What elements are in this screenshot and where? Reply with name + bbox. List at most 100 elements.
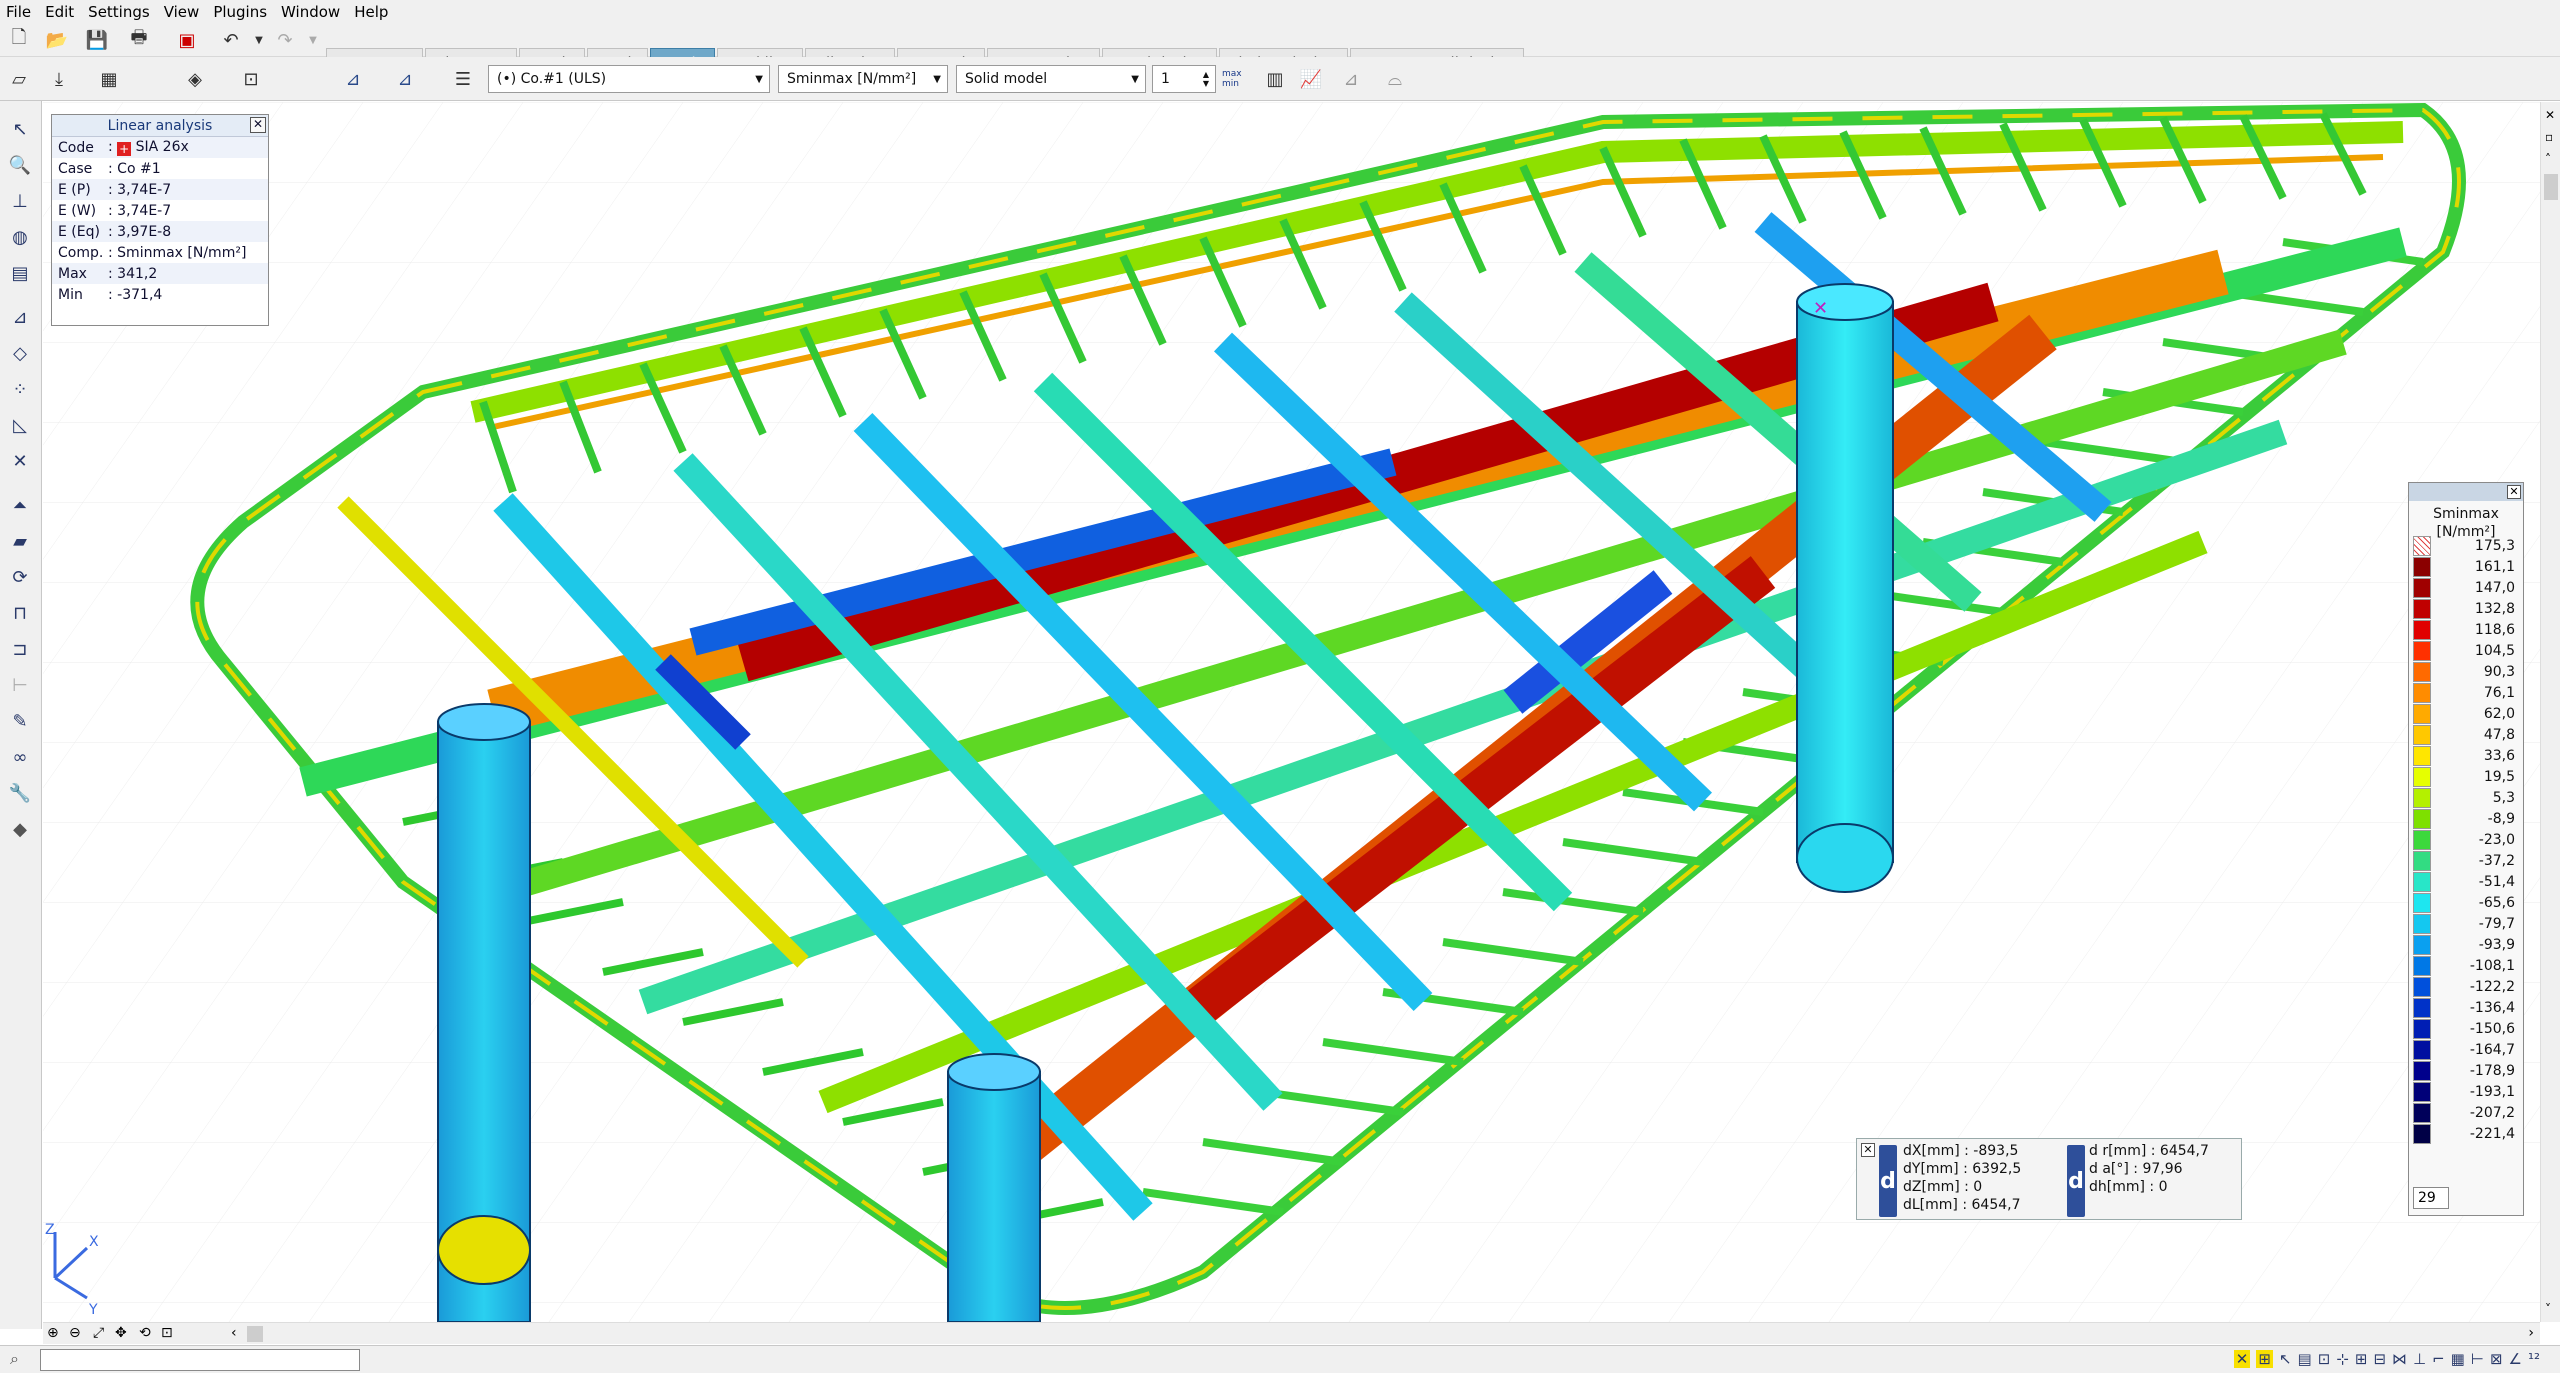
stack-icon[interactable]: ◈ [180,65,210,93]
info-value: : Sminmax [N/mm²] [108,244,247,261]
beam-icon[interactable]: ⊿ [6,303,34,331]
color-bars-icon[interactable]: ▤ [6,259,34,287]
command-input[interactable] [40,1349,360,1371]
legend-value: -37,2 [2478,852,2515,869]
close-icon[interactable]: ✕ [250,117,266,133]
legend-header-bar[interactable] [2409,483,2523,501]
close-icon[interactable]: ✕ [1861,1143,1875,1157]
midpoint-icon[interactable]: ⌐ [2432,1350,2445,1368]
ruler-toggle-icon[interactable]: ⊢ [2471,1350,2484,1368]
cursor-icon[interactable]: ↖ [2279,1350,2292,1368]
color-legend-panel: ✕ Sminmax [N/mm²] 175,3 161,1 147,0 132,8 11… [2408,482,2524,1216]
table-icon[interactable]: ▦ [94,65,124,93]
step-value: 1 [1161,71,1170,87]
scroll-down-icon[interactable]: ˅ [2545,1302,2551,1316]
undo-icon[interactable]: ↶ [216,26,246,54]
rotate-view-icon[interactable]: ⟲ [139,1325,151,1341]
zoom-out-icon[interactable]: ⊖ [69,1325,81,1341]
search-icon[interactable]: ⌕ [10,1349,19,1369]
render-icon[interactable]: ◍ [6,223,34,251]
select-arrow-icon[interactable]: ↖ [6,115,34,143]
load-case-select[interactable]: (•) Co.#1 (ULS) ▼ [488,65,770,93]
restore-view-icon[interactable]: ▫ [2545,130,2553,144]
view-settings-icon[interactable]: ⊡ [236,65,266,93]
snap-grid-icon[interactable]: ⊞ [2256,1350,2273,1368]
table-toggle-icon[interactable]: ▦ [2451,1350,2465,1368]
menu-file[interactable]: File [6,3,31,21]
component-select[interactable]: Sminmax [N/mm²] ▼ [778,65,948,93]
max-min-icon[interactable]: max min [1222,65,1256,93]
load-icon[interactable]: ⏶ [6,491,34,519]
tangent-icon[interactable]: ∠ [2509,1350,2522,1368]
perpendicular-icon[interactable]: ⊥ [2413,1350,2426,1368]
close-icon[interactable]: ✕ [2507,485,2521,499]
triangle-icon[interactable]: ◺ [6,411,34,439]
pointer-snap-icon[interactable]: ⊹ [2336,1350,2349,1368]
zoom-icon[interactable]: 🔍 [6,151,34,179]
close-view-icon[interactable]: ✕ [2545,108,2555,122]
zoom-extents-icon[interactable]: ⤢ [93,1325,104,1341]
display-icon[interactable]: ⊡ [2318,1350,2331,1368]
grid-toggle-icon[interactable]: ⊞ [2355,1350,2368,1368]
chart-disabled-icon[interactable]: ⊿ [1336,65,1366,93]
frame-icon[interactable]: ⊓ [6,599,34,627]
menu-help[interactable]: Help [354,3,388,21]
grid-alt-icon[interactable]: ⊟ [2373,1350,2386,1368]
axes-icon[interactable]: ⊥ [6,187,34,215]
pdf-icon[interactable]: ▣ [172,26,202,54]
pan-icon[interactable]: ✥ [115,1325,127,1341]
intersection-icon[interactable]: ⊠ [2490,1350,2503,1368]
connector-icon[interactable]: ⊐ [6,635,34,663]
glasses-icon[interactable]: ∞ [6,743,34,771]
ruler-icon[interactable]: ⊢ [6,671,34,699]
diagram-icon[interactable]: ⊿ [338,65,368,93]
snap-cross-icon[interactable]: ✕ [2233,1350,2251,1368]
chart-icon[interactable]: 📈 [1296,65,1326,93]
surface-icon[interactable]: ⌓ [1380,65,1410,93]
scale-icon[interactable]: ⤓ [44,65,74,93]
legend-entry: 104,5 [2413,640,2521,661]
menu-settings[interactable]: Settings [88,3,150,21]
superscript-icon[interactable]: ¹² [2528,1350,2540,1368]
layers-toggle-icon[interactable]: ▤ [2298,1350,2312,1368]
menu-window[interactable]: Window [281,3,340,21]
grid-points-icon[interactable]: ⁘ [6,375,34,403]
legend-steps-spinner[interactable]: 29 [2413,1187,2449,1209]
step-spinner[interactable]: 1 ▲ ▼ [1152,65,1216,93]
print-icon[interactable]: 🖶 [124,26,154,54]
legend-value: 132,8 [2474,600,2515,617]
new-file-icon[interactable]: 🗋 [4,26,34,54]
cross-icon[interactable]: ✕ [6,447,34,475]
save-icon[interactable]: 💾 [82,26,112,54]
scroll-thumb[interactable] [247,1326,263,1342]
list-icon[interactable]: ☰ [448,65,478,93]
diagram-alt-icon[interactable]: ⊿ [390,65,420,93]
horizontal-scrollbar[interactable]: ⊕ ⊖ ⤢ ✥ ⟲ ⊡ ‹ › [43,1322,2540,1344]
legend-entry: -65,6 [2413,892,2521,913]
menu-view[interactable]: View [164,3,200,21]
rotate-icon[interactable]: ⟳ [6,563,34,591]
plate-icon[interactable]: ▰ [6,527,34,555]
color-scale-icon[interactable]: ▥ [1260,65,1290,93]
menu-edit[interactable]: Edit [45,3,74,21]
layers-icon[interactable]: ▱ [4,65,34,93]
open-folder-icon[interactable]: 📂 [42,26,72,54]
scroll-up-icon[interactable]: ˄ [2545,152,2551,166]
zoom-window-icon[interactable]: ⊡ [161,1325,173,1341]
legend-value: -122,2 [2469,978,2515,995]
info-diamond-icon[interactable]: ◆ [6,815,34,843]
zoom-in-icon[interactable]: ⊕ [47,1325,59,1341]
scroll-left-icon[interactable]: ‹ [231,1325,237,1341]
vscroll-thumb[interactable] [2544,174,2558,200]
model-select[interactable]: Solid model ▼ [956,65,1146,93]
node-icon[interactable]: ◇ [6,339,34,367]
info-key: Max [58,265,87,282]
node-snap-icon[interactable]: ⋈ [2392,1350,2407,1368]
wrench-icon[interactable]: 🔧 [6,779,34,807]
brush-icon[interactable]: ✎ [6,707,34,735]
redo-icon[interactable]: ↷ [270,26,300,54]
scroll-right-icon[interactable]: › [2528,1325,2534,1341]
menu-plugins[interactable]: Plugins [213,3,267,21]
redo-dropdown-icon[interactable]: ▼ [298,26,328,54]
vertical-scrollbar[interactable]: ✕ ▫ ˄ ˅ [2540,102,2560,1322]
